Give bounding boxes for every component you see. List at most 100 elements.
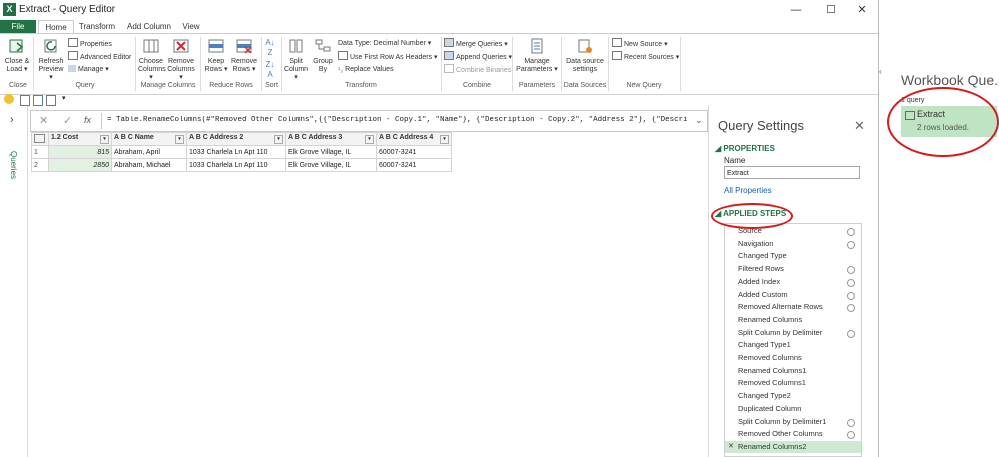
choose-columns-button[interactable]: Choose Columns ▾ — [138, 38, 166, 82]
table-row[interactable]: 1 815 Abraham, April 1033 Charlela Ln Ap… — [31, 145, 452, 159]
column-header-address2[interactable]: A B C Address 2 ▾ — [186, 132, 286, 146]
cell-address2[interactable]: 1033 Charlela Ln Apt 110 — [186, 145, 286, 159]
expand-nav-icon[interactable]: › — [10, 114, 14, 126]
applied-step-item[interactable]: Added Index — [725, 276, 861, 288]
remove-rows-button[interactable]: Remove Rows ▾ — [230, 38, 258, 74]
cancel-formula-icon[interactable]: ✕ — [39, 114, 48, 127]
applied-step-item[interactable]: Changed Type1 — [725, 339, 861, 351]
column-header-cost[interactable]: 1.2 Cost ▾ — [48, 132, 112, 146]
applied-step-item[interactable]: Removed Alternate Rows — [725, 301, 861, 313]
tab-file[interactable]: File — [0, 20, 36, 33]
applied-step-item[interactable]: Removed Other Columns — [725, 428, 861, 440]
applied-step-item[interactable]: Renamed Columns — [725, 314, 861, 326]
refresh-preview-button[interactable]: Refresh Preview ▾ — [36, 38, 66, 82]
first-row-headers-button[interactable]: Use First Row As Headers ▾ — [338, 51, 438, 62]
step-settings-gear-icon[interactable] — [847, 329, 855, 338]
query-name-input[interactable]: Extract — [724, 166, 860, 179]
new-source-button[interactable]: New Source ▾ — [612, 38, 668, 49]
replace-values-button[interactable]: ¹₂ Replace Values — [338, 64, 394, 75]
choose-columns-label: Choose Columns ▾ — [138, 58, 166, 81]
close-load-button[interactable]: Close & Load ▾ — [3, 38, 31, 74]
applied-step-item[interactable]: Added Custom — [725, 289, 861, 301]
split-column-button[interactable]: Split Column ▾ — [283, 38, 309, 82]
paste-icon[interactable] — [46, 95, 56, 106]
cell-name[interactable]: Abraham, Michael — [111, 158, 187, 172]
recent-sources-button[interactable]: Recent Sources ▾ — [612, 51, 679, 62]
cell-address4[interactable]: 60007-3241 — [376, 158, 452, 172]
group-by-button[interactable]: Group By — [312, 38, 334, 74]
properties-heading[interactable]: ◢ PROPERTIES — [715, 144, 775, 153]
merge-queries-button[interactable]: Merge Queries ▾ — [444, 38, 508, 49]
cell-address2[interactable]: 1033 Charlela Ln Apt 110 — [186, 158, 286, 172]
cell-address4[interactable]: 60007-3241 — [376, 145, 452, 159]
tab-home[interactable]: Home — [38, 20, 74, 34]
save-icon[interactable] — [33, 95, 43, 106]
append-queries-button[interactable]: Append Queries ▾ — [444, 51, 512, 62]
close-query-settings-icon[interactable]: ✕ — [854, 118, 865, 134]
step-settings-gear-icon[interactable] — [847, 266, 855, 275]
query-settings-title: Query Settings — [718, 118, 804, 133]
all-properties-link[interactable]: All Properties — [724, 186, 772, 195]
applied-step-item[interactable]: Removed Columns1 — [725, 377, 861, 389]
step-settings-gear-icon[interactable] — [847, 228, 855, 236]
cell-address3[interactable]: Elk Grove Village, IL — [285, 145, 377, 159]
tab-transform[interactable]: Transform — [76, 20, 118, 33]
minimize-button[interactable]: — — [780, 2, 812, 18]
step-settings-gear-icon[interactable] — [847, 278, 855, 287]
column-header-name[interactable]: A B C Name ▾ — [111, 132, 187, 146]
queries-label[interactable]: Queries — [9, 151, 18, 179]
remove-columns-button[interactable]: Remove Columns ▾ — [166, 38, 196, 82]
applied-step-item[interactable]: Duplicated Column — [725, 403, 861, 415]
close-button[interactable]: ✕ — [846, 2, 878, 18]
commit-formula-icon[interactable]: ✓ — [63, 114, 72, 127]
split-column-icon — [289, 39, 303, 53]
step-settings-gear-icon[interactable] — [847, 431, 855, 440]
sort-descending-icon[interactable]: Z↓ A — [263, 60, 277, 80]
workbook-queries-title: Workbook Que.. — [901, 72, 999, 88]
combine-binaries-button[interactable]: Combine Binaries — [444, 64, 511, 75]
manage-button[interactable]: Manage ▾ — [68, 64, 109, 75]
cell-cost[interactable]: 2850 — [48, 158, 112, 172]
applied-step-item[interactable]: Removed Columns — [725, 352, 861, 364]
cell-cost[interactable]: 815 — [48, 145, 112, 159]
pane-arrow-icon[interactable]: ‹ — [879, 67, 882, 76]
cell-name[interactable]: Abraham, April — [111, 145, 187, 159]
step-settings-gear-icon[interactable] — [847, 304, 855, 313]
table-row[interactable]: 2 2850 Abraham, Michael 1033 Charlela Ln… — [31, 158, 452, 172]
applied-step-item[interactable]: Split Column by Delimiter — [725, 327, 861, 339]
maximize-button[interactable]: ☐ — [815, 2, 847, 18]
applied-step-item[interactable]: Renamed Columns1 — [725, 365, 861, 377]
step-settings-gear-icon[interactable] — [847, 418, 855, 427]
applied-step-item[interactable]: Changed Type2 — [725, 390, 861, 402]
properties-button[interactable]: Properties — [68, 38, 112, 49]
tab-add-column[interactable]: Add Column — [124, 20, 174, 33]
column-header-address3[interactable]: A B C Address 3 ▾ — [285, 132, 377, 146]
tab-view[interactable]: View — [178, 20, 204, 33]
keep-rows-button[interactable]: Keep Rows ▾ — [203, 38, 229, 74]
applied-step-item[interactable]: Split Column by Delimiter1 — [725, 416, 861, 428]
advanced-editor-button[interactable]: Advanced Editor — [68, 51, 131, 62]
qat-dropdown-icon[interactable]: ▾ — [62, 94, 66, 102]
step-settings-gear-icon[interactable] — [847, 291, 855, 300]
expand-formula-icon[interactable]: ⌄ — [695, 115, 703, 126]
smiley-icon[interactable] — [4, 94, 14, 104]
keep-rows-label: Keep Rows ▾ — [204, 58, 228, 73]
cell-address3[interactable]: Elk Grove Village, IL — [285, 158, 377, 172]
applied-step-item[interactable]: ✕ Renamed Columns2 — [725, 440, 861, 453]
column-header-address4[interactable]: A B C Address 4 ▾ — [376, 132, 452, 146]
grid-corner[interactable] — [31, 132, 49, 146]
manage-parameters-button[interactable]: Manage Parameters ▾ — [515, 38, 559, 74]
applied-step-item[interactable]: Changed Type — [725, 250, 861, 262]
formula-input[interactable]: = Table.RenameColumns(#"Removed Other Co… — [107, 116, 687, 124]
applied-step-item[interactable]: Navigation — [725, 238, 861, 250]
data-source-settings-button[interactable]: Data source settings — [564, 38, 606, 74]
sort-ascending-icon[interactable]: A↓ Z — [263, 38, 277, 58]
step-settings-gear-icon[interactable] — [847, 240, 855, 249]
delete-step-icon[interactable]: ✕ — [728, 441, 734, 453]
combine-binaries-icon — [444, 64, 454, 73]
applied-step-label: Navigation — [738, 238, 774, 248]
data-type-dropdown[interactable]: Data Type: Decimal Number ▾ — [338, 38, 431, 49]
query-settings-pane: Query Settings ✕ ◢ PROPERTIES Name Extra… — [708, 106, 879, 457]
applied-step-item[interactable]: Filtered Rows — [725, 263, 861, 275]
copy-icon[interactable] — [20, 95, 30, 106]
